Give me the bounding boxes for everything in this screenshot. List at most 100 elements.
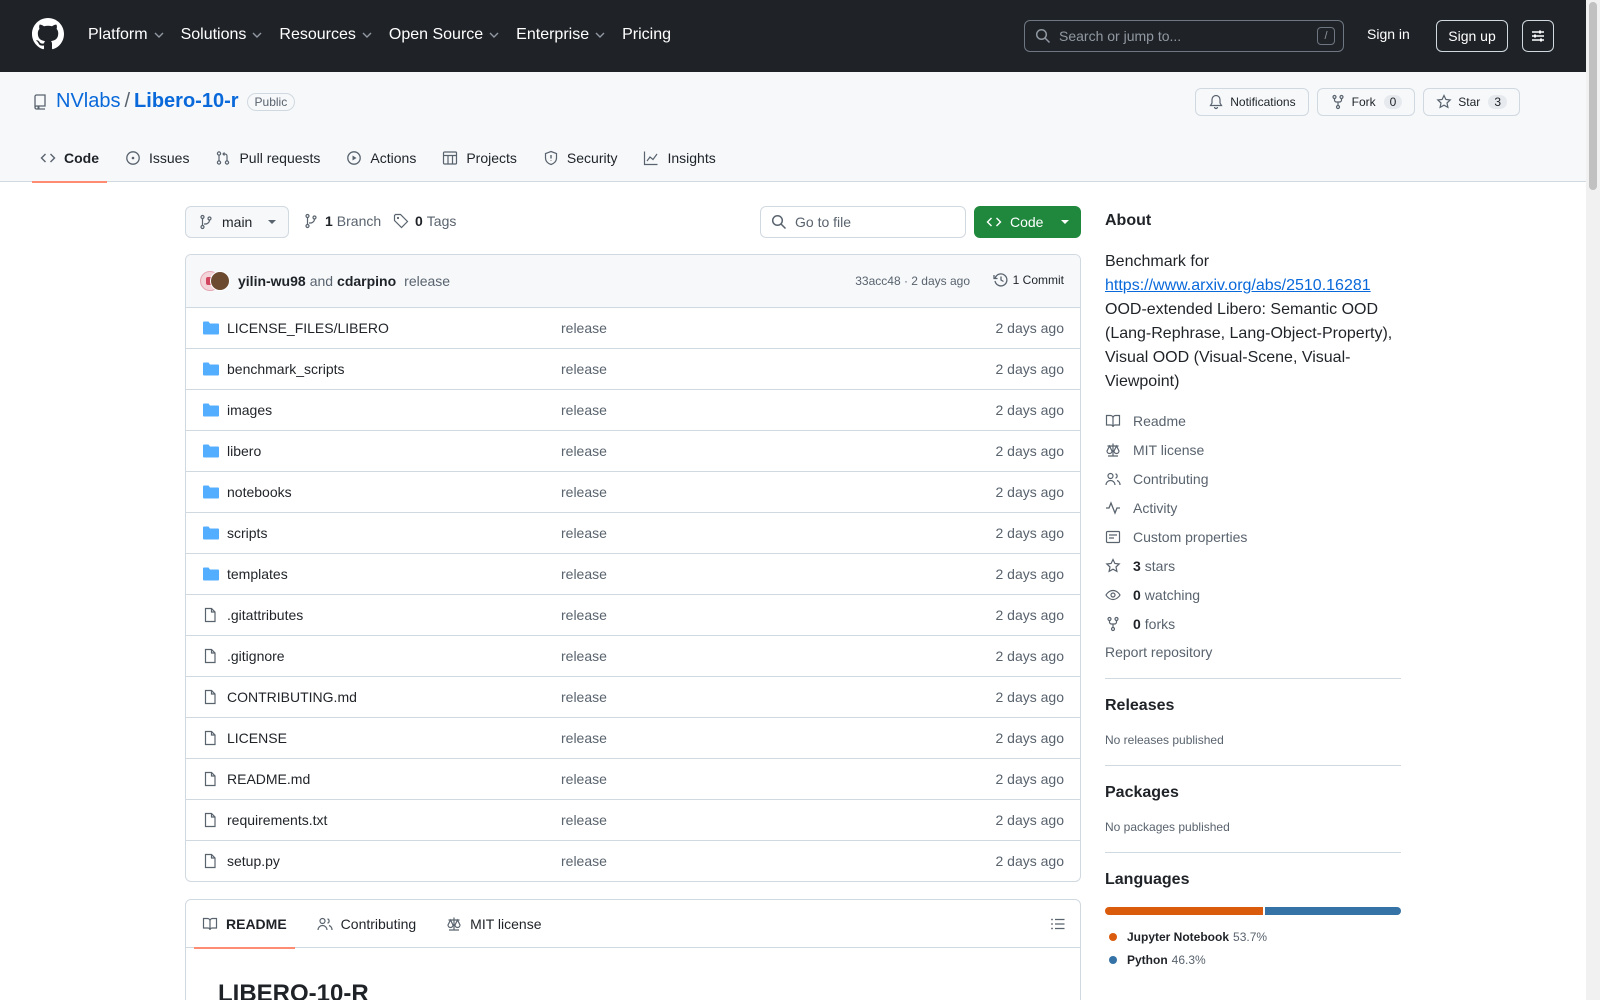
file-commit-message-link[interactable]: release	[561, 812, 607, 828]
contributing-link[interactable]: Contributing	[1105, 464, 1401, 493]
file-commit-message-link[interactable]: release	[561, 853, 607, 869]
global-search-input[interactable]: Search or jump to... /	[1024, 20, 1344, 52]
file-name-link[interactable]: images	[227, 402, 272, 418]
commit-author-link[interactable]: cdarpino	[337, 273, 396, 289]
file-commit-message-link[interactable]: release	[561, 607, 607, 623]
settings-sliders-button[interactable]	[1522, 20, 1554, 52]
go-to-file-input[interactable]: Go to file	[760, 206, 966, 238]
commit-author-link[interactable]: yilin-wu98	[238, 273, 306, 289]
file-commit-message-link[interactable]: release	[561, 730, 607, 746]
file-name-link[interactable]: templates	[227, 566, 288, 582]
language-item[interactable]: Jupyter Notebook 53.7%	[1105, 925, 1401, 948]
file-name-link[interactable]: .gitattributes	[227, 607, 303, 623]
file-name-link[interactable]: scripts	[227, 525, 267, 541]
nav-pricing[interactable]: Pricing	[622, 22, 671, 48]
repo-name-link[interactable]: Libero-10-r	[134, 90, 238, 113]
file-commit-message-link[interactable]: release	[561, 771, 607, 787]
file-row[interactable]: images release 2 days ago	[186, 390, 1080, 431]
forks-link[interactable]: 0 forks	[1105, 609, 1401, 638]
commit-history-link[interactable]: 1 Commit	[993, 272, 1064, 288]
star-button[interactable]: Star 3	[1423, 88, 1520, 116]
tab-actions[interactable]: Actions	[338, 134, 424, 182]
file-row[interactable]: scripts release 2 days ago	[186, 513, 1080, 554]
code-dropdown-button[interactable]: Code	[974, 206, 1081, 238]
file-row[interactable]: LICENSE_FILES/LIBERO release 2 days ago	[186, 308, 1080, 349]
file-name-link[interactable]: .gitignore	[227, 648, 285, 664]
avatar-group[interactable]	[200, 271, 230, 291]
sign-in-link[interactable]: Sign in	[1367, 26, 1410, 42]
file-commit-message-link[interactable]: release	[561, 689, 607, 705]
readme-tab-license[interactable]: MIT license	[438, 900, 549, 948]
readme-tab-contributing[interactable]: Contributing	[309, 900, 425, 948]
readme-link[interactable]: Readme	[1105, 406, 1401, 435]
file-commit-message-link[interactable]: release	[561, 320, 607, 336]
star-label: Star	[1458, 95, 1481, 109]
file-commit-message-link[interactable]: release	[561, 648, 607, 664]
tab-insights[interactable]: Insights	[635, 134, 723, 182]
file-row[interactable]: .gitattributes release 2 days ago	[186, 595, 1080, 636]
language-item[interactable]: Python 46.3%	[1105, 948, 1401, 971]
file-name-link[interactable]: LICENSE_FILES/LIBERO	[227, 320, 389, 336]
file-commit-message-link[interactable]: release	[561, 443, 607, 459]
activity-link[interactable]: Activity	[1105, 493, 1401, 522]
tab-security[interactable]: Security	[535, 134, 626, 182]
scrollbar-thumb[interactable]	[1589, 2, 1597, 190]
file-commit-message-link[interactable]: release	[561, 484, 607, 500]
file-row[interactable]: notebooks release 2 days ago	[186, 472, 1080, 513]
license-link[interactable]: MIT license	[1105, 435, 1401, 464]
fork-button[interactable]: Fork 0	[1316, 88, 1416, 116]
file-name-link[interactable]: benchmark_scripts	[227, 361, 345, 377]
notifications-button[interactable]: Notifications	[1195, 88, 1309, 116]
file-commit-message-link[interactable]: release	[561, 361, 607, 377]
tab-issues[interactable]: Issues	[117, 134, 197, 182]
watching-link[interactable]: 0 watching	[1105, 580, 1401, 609]
nav-open-source[interactable]: Open Source	[389, 22, 500, 48]
readme-tab-readme[interactable]: README	[194, 900, 295, 949]
file-name-link[interactable]: CONTRIBUTING.md	[227, 689, 357, 705]
commit-hash-and-age[interactable]: 33acc48 · 2 days ago	[855, 274, 970, 288]
file-row[interactable]: libero release 2 days ago	[186, 431, 1080, 472]
tags-link[interactable]: 0 Tags	[393, 213, 456, 229]
file-row[interactable]: README.md release 2 days ago	[186, 759, 1080, 800]
report-repository-link[interactable]: Report repository	[1105, 644, 1401, 660]
file-commit-message-link[interactable]: release	[561, 525, 607, 541]
tab-pull-requests[interactable]: Pull requests	[207, 134, 328, 182]
file-row[interactable]: LICENSE release 2 days ago	[186, 718, 1080, 759]
packages-title[interactable]: Packages	[1105, 784, 1401, 802]
file-row[interactable]: templates release 2 days ago	[186, 554, 1080, 595]
search-icon	[771, 214, 787, 230]
file-row[interactable]: .gitignore release 2 days ago	[186, 636, 1080, 677]
custom-properties-link[interactable]: Custom properties	[1105, 522, 1401, 551]
nav-solutions[interactable]: Solutions	[181, 22, 264, 48]
page-scrollbar[interactable]	[1586, 0, 1600, 1000]
file-icon	[202, 648, 220, 664]
commit-message-link[interactable]: release	[404, 273, 450, 289]
file-commit-message-link[interactable]: release	[561, 402, 607, 418]
file-name-link[interactable]: setup.py	[227, 853, 280, 869]
file-row[interactable]: requirements.txt release 2 days ago	[186, 800, 1080, 841]
file-name-link[interactable]: libero	[227, 443, 261, 459]
sign-up-button[interactable]: Sign up	[1436, 20, 1508, 52]
file-row[interactable]: setup.py release 2 days ago	[186, 841, 1080, 881]
about-link[interactable]: https://www.arxiv.org/abs/2510.16281	[1105, 277, 1371, 294]
repo-owner-link[interactable]: NVlabs	[56, 90, 120, 113]
tab-code[interactable]: Code	[32, 134, 107, 183]
file-name-link[interactable]: requirements.txt	[227, 812, 327, 828]
nav-platform[interactable]: Platform	[88, 22, 165, 48]
branches-link[interactable]: 1 Branch	[303, 213, 381, 229]
branch-selector-button[interactable]: main	[185, 206, 289, 238]
file-name-link[interactable]: LICENSE	[227, 730, 287, 746]
file-row[interactable]: CONTRIBUTING.md release 2 days ago	[186, 677, 1080, 718]
nav-resources[interactable]: Resources	[279, 22, 372, 48]
file-commit-message-link[interactable]: release	[561, 566, 607, 582]
releases-title[interactable]: Releases	[1105, 697, 1401, 715]
stars-link[interactable]: 3 stars	[1105, 551, 1401, 580]
about-meta-list: Readme MIT license Contributing Activity…	[1105, 406, 1401, 638]
tab-projects[interactable]: Projects	[434, 134, 525, 182]
file-name-link[interactable]: README.md	[227, 771, 310, 787]
file-name-link[interactable]: notebooks	[227, 484, 292, 500]
nav-enterprise[interactable]: Enterprise	[516, 22, 606, 48]
list-outline-icon[interactable]	[1050, 916, 1066, 932]
github-logo-icon[interactable]	[32, 18, 64, 50]
file-row[interactable]: benchmark_scripts release 2 days ago	[186, 349, 1080, 390]
